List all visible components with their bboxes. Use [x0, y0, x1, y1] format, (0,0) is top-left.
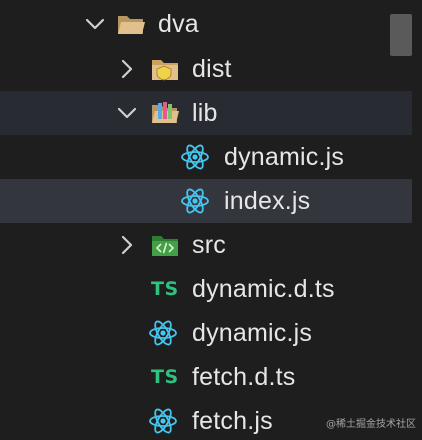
typescript-icon: TS: [151, 366, 179, 388]
tree-item-label: fetch.js: [192, 407, 273, 435]
react-icon: [149, 408, 177, 434]
tree-item-label: dist: [192, 55, 232, 83]
react-icon: [149, 320, 177, 346]
react-icon: [181, 188, 209, 214]
tree-item-lib[interactable]: lib: [0, 91, 412, 135]
tree-item-label: lib: [192, 99, 218, 127]
watermark: @稀土掘金技术社区: [326, 419, 416, 430]
folder-dist-icon: [152, 60, 178, 81]
tree-item-lib-dynamic-js[interactable]: dynamic.js: [0, 135, 412, 179]
tree-item-label: fetch.d.ts: [192, 363, 296, 391]
file-explorer-tree: dva dist lib dynamic.js index.js src TS …: [0, 0, 412, 440]
tree-item-dynamic-js[interactable]: dynamic.js: [0, 311, 412, 355]
folder-src-icon: [152, 236, 178, 256]
tree-item-dva[interactable]: dva: [0, 2, 412, 46]
folder-open-icon: [118, 16, 145, 34]
tree-item-label: dva: [158, 10, 199, 38]
chevron-right-icon[interactable]: [116, 234, 138, 256]
tree-item-dynamic-d-ts[interactable]: TS dynamic.d.ts: [0, 267, 412, 311]
tree-item-dist[interactable]: dist: [0, 47, 412, 91]
tree-item-label: dynamic.js: [192, 319, 313, 347]
tree-item-src[interactable]: src: [0, 223, 412, 267]
vertical-scrollbar-thumb[interactable]: [390, 14, 412, 56]
tree-item-label: index.js: [224, 187, 311, 215]
tree-item-label: dynamic.d.ts: [192, 275, 335, 303]
folder-lib-icon: [152, 102, 179, 123]
tree-item-fetch-d-ts[interactable]: TS fetch.d.ts: [0, 355, 412, 399]
chevron-right-icon[interactable]: [116, 58, 138, 80]
typescript-icon: TS: [151, 278, 179, 300]
react-icon: [181, 144, 209, 170]
chevron-down-icon[interactable]: [84, 13, 106, 35]
tree-item-label: src: [192, 231, 226, 259]
tree-item-lib-index-js[interactable]: index.js: [0, 179, 412, 223]
tree-item-label: dynamic.js: [224, 143, 345, 171]
chevron-down-icon[interactable]: [116, 102, 138, 124]
